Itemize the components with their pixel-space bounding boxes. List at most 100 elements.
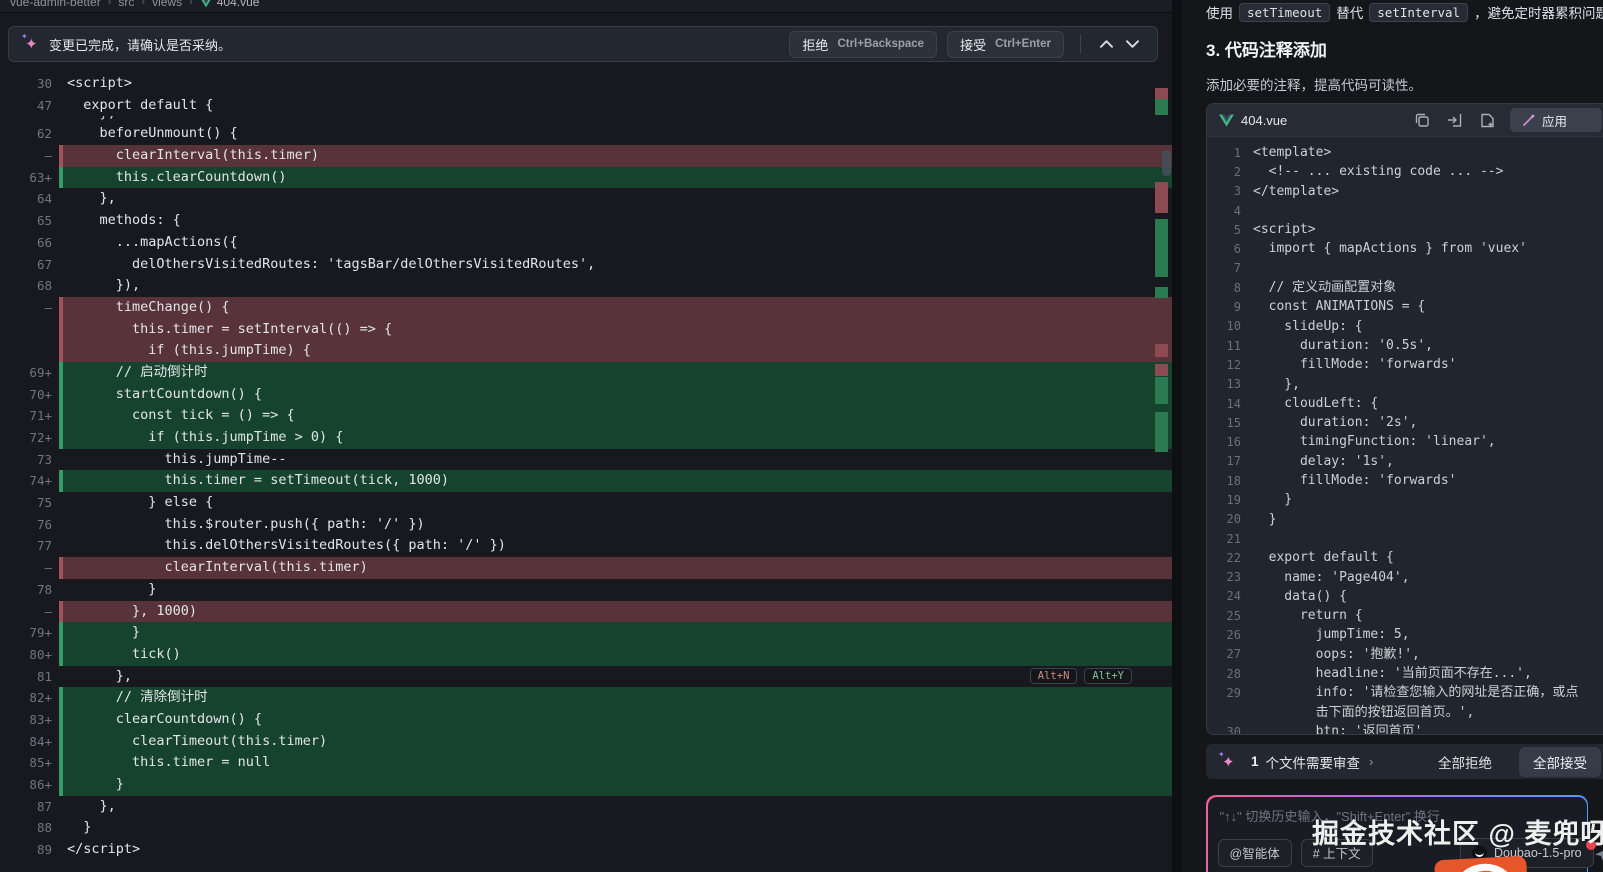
breadcrumb-item[interactable]: vue-admin-better — [10, 0, 101, 9]
line-number: 12 — [1226, 357, 1241, 372]
line-number: 27 — [1226, 647, 1241, 662]
code-text: beforeUnmount() { — [67, 125, 238, 142]
collapsed-region[interactable]: }, — [0, 116, 1172, 123]
line-number: 75 — [36, 495, 52, 511]
code-text: duration: '2s', — [1253, 415, 1418, 431]
code-text: ...mapActions({ — [67, 233, 238, 250]
line-number: 89 — [36, 842, 52, 858]
line-number: 2 — [1233, 164, 1241, 179]
diff-row: — timeChange() { — [0, 296, 1172, 319]
code-line: 29 info: '请检查您输入的网址是否正确，或点 — [1207, 683, 1603, 702]
line-number: 87 — [36, 798, 52, 814]
code-text: const ANIMATIONS = { — [1253, 299, 1426, 315]
pane-divider[interactable] — [1172, 0, 1182, 872]
line-number: 65 — [36, 213, 52, 229]
code-line: 6 import { mapActions } from 'vuex' — [1207, 239, 1603, 258]
line-number: 8 — [1233, 280, 1241, 295]
line-number — [0, 319, 59, 341]
line-number: 23 — [1226, 570, 1241, 585]
diff-overview-mark — [1155, 287, 1168, 298]
breadcrumb-item[interactable]: src — [118, 0, 134, 9]
code-text: } — [1253, 492, 1293, 508]
divider — [1080, 35, 1081, 53]
diff-row: 76 this.$router.push({ path: '/' }) — [0, 514, 1172, 536]
line-number: 68 — [36, 278, 52, 294]
breadcrumb-file[interactable]: 404.vue — [200, 0, 259, 9]
diff-row: 70+ startCountdown() { — [0, 383, 1172, 406]
code-text: } — [67, 580, 157, 597]
agent-chip[interactable]: @智能体 — [1217, 838, 1292, 867]
line-number: 6 — [1233, 242, 1241, 257]
diff-row: 73 this.jumpTime-- — [0, 449, 1172, 471]
line-number: 84+ — [29, 733, 52, 749]
code-text: info: '请检查您输入的网址是否正确，或点 — [1253, 685, 1579, 701]
line-number: 88 — [36, 820, 52, 836]
code-text: tick() — [67, 645, 181, 662]
code-line: 14 cloudLeft: { — [1207, 394, 1603, 413]
diff-row: 66 ...mapActions({ — [0, 232, 1172, 254]
diff-row: — clearInterval(this.timer) — [0, 145, 1172, 167]
code-card-filename: 404.vue — [1241, 112, 1288, 128]
code-text: import { mapActions } from 'vuex' — [1253, 241, 1527, 257]
line-number: 17 — [1226, 454, 1241, 469]
accept-button[interactable]: 接受 Ctrl+Enter — [947, 30, 1064, 58]
scrollbar-thumb[interactable] — [1162, 150, 1171, 176]
line-number: — — [44, 299, 52, 315]
code-text: clearInterval(this.timer) — [67, 559, 368, 576]
previous-change-button[interactable] — [1093, 32, 1119, 56]
line-number — [0, 340, 59, 362]
next-change-button[interactable] — [1119, 32, 1145, 56]
line-number: 83+ — [29, 711, 52, 727]
diff-row: 86+ } — [0, 774, 1172, 796]
line-number: 79+ — [29, 625, 52, 641]
apply-button[interactable]: 应用 — [1510, 108, 1602, 132]
reject-all-button[interactable]: 全部拒绝 — [1438, 752, 1492, 772]
breadcrumb-separator: › — [189, 0, 193, 8]
copy-icon[interactable] — [1413, 112, 1430, 129]
new-file-icon[interactable] — [1479, 112, 1496, 129]
code-text: <!-- ... existing code ... --> — [1253, 164, 1504, 180]
diff-row: 89 </script> — [0, 839, 1172, 861]
ai-chat-panel: 使用 setTimeout 替代 setInterval ，避免定时器累积问题。… — [1182, 0, 1603, 872]
code-text: this.timer = setInterval(() => { — [67, 320, 393, 337]
line-number: 47 — [36, 97, 52, 113]
chevron-right-icon[interactable]: › — [1369, 754, 1373, 769]
accept-all-button[interactable]: 全部接受 — [1519, 746, 1601, 777]
breadcrumb-item[interactable]: views — [152, 0, 182, 9]
code-line: 11 duration: '0.5s', — [1207, 336, 1603, 355]
reject-shortcut: Ctrl+Backspace — [837, 38, 925, 50]
code-text: }), — [67, 277, 141, 294]
code-text: <script> — [1253, 222, 1316, 238]
reject-button[interactable]: 拒绝 Ctrl+Backspace — [789, 30, 938, 58]
diff-row: 72+ if (this.jumpTime > 0) { — [0, 427, 1172, 449]
line-number: 30 — [36, 76, 52, 91]
line-number: 1 — [1233, 145, 1241, 160]
code-card-header: 404.vue 应用 — [1207, 104, 1603, 137]
diff-row: — clearInterval(this.timer) — [0, 557, 1172, 579]
code-text: } — [1253, 511, 1277, 527]
line-number: 62 — [36, 126, 52, 142]
code-text: clearCountdown() { — [67, 710, 263, 727]
chevron-up-icon — [1099, 40, 1113, 48]
line-number: 11 — [1226, 338, 1241, 353]
insert-code-icon[interactable] — [1446, 112, 1463, 129]
code-text: oops: '抱歉!', — [1253, 646, 1420, 662]
breadcrumb[interactable]: vue-admin-better › src › views › 404.vue — [0, 0, 1172, 13]
diff-overview-mark — [1155, 182, 1168, 213]
code-line: 1 <template> — [1207, 143, 1603, 162]
files-review-bar: ✦ ✦ 1 个文件需要审查 › 全部拒绝 全部接受 — [1206, 744, 1603, 779]
line-number: 72+ — [29, 430, 52, 445]
overview-ruler[interactable] — [1146, 0, 1172, 872]
suggested-code-block[interactable]: 1 <template> 2 <!-- ... existing code ... … — [1207, 137, 1603, 734]
code-text: 击下面的按钮返回首页。', — [1253, 704, 1475, 720]
code-line: 击下面的按钮返回首页。', — [1207, 703, 1603, 722]
diff-code-area[interactable]: 30<script>47 export default { },62 befor… — [0, 73, 1172, 861]
diff-row: 30 <script> — [0, 73, 1172, 95]
line-number: 18 — [1226, 473, 1241, 488]
code-text: // 定义动画配置对象 — [1253, 280, 1397, 296]
line-number: 9 — [1233, 300, 1241, 315]
shortcut-badges: Alt+N Alt+Y — [1029, 668, 1132, 685]
code-text: cloudLeft: { — [1253, 395, 1379, 411]
line-number: 16 — [1226, 435, 1241, 450]
line-number: 73 — [36, 451, 52, 467]
